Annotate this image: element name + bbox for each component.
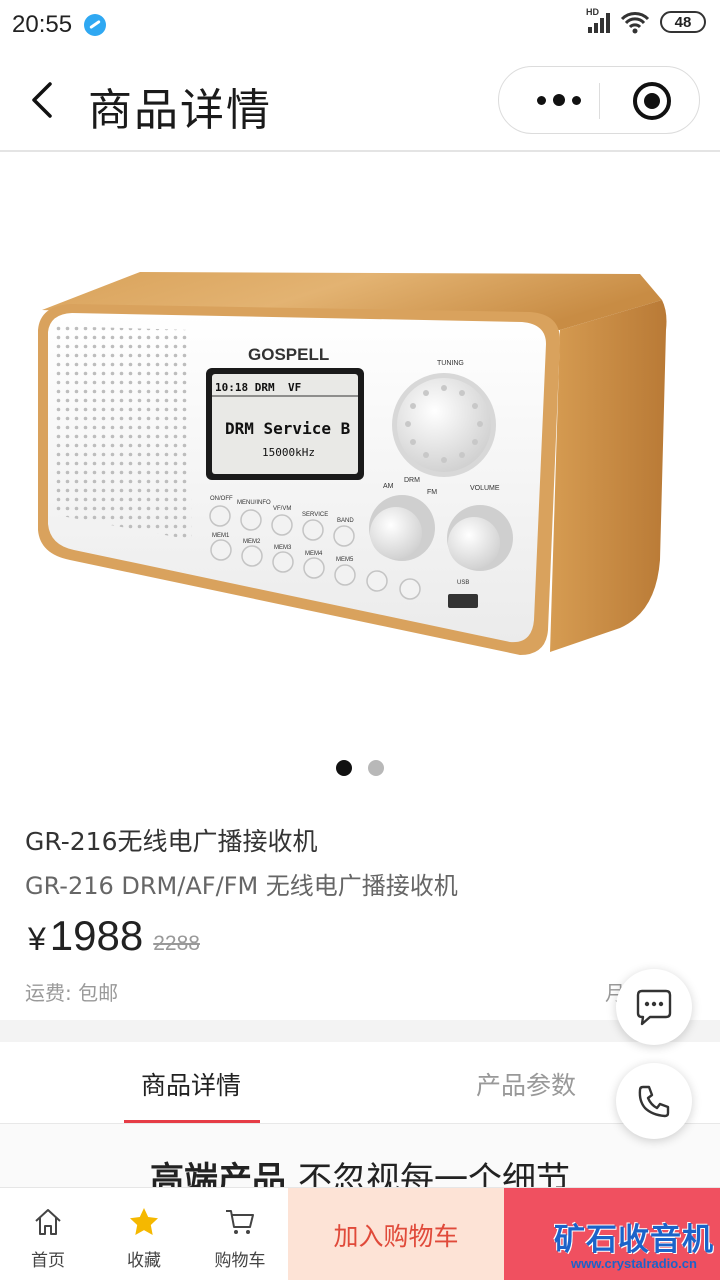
section-divider bbox=[0, 1020, 720, 1042]
tab-product-params[interactable]: 产品参数 bbox=[476, 1066, 576, 1102]
shipping-info: 运费: 包邮 bbox=[25, 981, 119, 1005]
drm-label: DRM bbox=[404, 477, 420, 484]
carousel-dot-1[interactable] bbox=[336, 760, 352, 776]
product-name: GR-216无线电广播接收机 bbox=[25, 827, 318, 856]
chat-icon bbox=[636, 989, 672, 1026]
display-frequency-text: 15000kHz bbox=[262, 446, 315, 459]
button-label-band: BAND bbox=[337, 518, 354, 524]
battery-indicator: 48 bbox=[660, 11, 706, 33]
phone-icon bbox=[638, 1085, 670, 1118]
button-label-mem3: MEM3 bbox=[274, 545, 292, 551]
detail-tabs: 商品详情 产品参数 bbox=[0, 1042, 720, 1124]
carousel-dot-2[interactable] bbox=[368, 760, 384, 776]
price-row: ¥ 1988 2288 bbox=[28, 912, 200, 960]
content-heading-bold: 高端产品 bbox=[150, 1160, 286, 1190]
display-main-text: DRM Service B bbox=[225, 419, 351, 438]
home-label: 首页 bbox=[31, 1251, 65, 1271]
page-title: 商品详情 bbox=[88, 85, 272, 136]
product-image: GOSPELL 10:18 DRM VF DRM Service B 15000… bbox=[38, 272, 667, 655]
add-to-cart-button[interactable]: 加入购物车 bbox=[288, 1188, 504, 1280]
fm-label: FM bbox=[427, 489, 437, 496]
volume-label: VOLUME bbox=[470, 485, 500, 492]
content-heading-rest: 不忽视每一个细节 bbox=[298, 1160, 570, 1190]
original-price: 2288 bbox=[153, 932, 200, 955]
button-label-mem1: MEM1 bbox=[212, 533, 230, 539]
device-brand-label: GOSPELL bbox=[248, 345, 329, 364]
display-status-text: 10:18 DRM bbox=[215, 381, 275, 394]
button-label-mem4: MEM4 bbox=[305, 551, 323, 557]
status-bar: 20:55 HD 48 bbox=[0, 0, 720, 50]
phone-button[interactable] bbox=[616, 1063, 692, 1139]
status-indicators: HD 48 bbox=[586, 7, 706, 34]
detail-content-heading: 高端产品 不忽视每一个细节 bbox=[0, 1124, 720, 1190]
product-price: 1988 bbox=[49, 912, 144, 959]
home-tab[interactable]: 首页 bbox=[0, 1188, 96, 1280]
close-target-icon[interactable] bbox=[633, 82, 671, 120]
button-label-onoff: ON/OFF bbox=[210, 496, 233, 502]
watermark-url: www.crystalradio.cn bbox=[571, 1256, 697, 1271]
content-heading-text: 高端产品 不忽视每一个细节 bbox=[0, 1152, 720, 1190]
chat-button[interactable] bbox=[616, 969, 692, 1045]
carousel-indicator bbox=[0, 760, 720, 776]
cart-tab[interactable]: 购物车 bbox=[192, 1188, 288, 1280]
nav-bar: 商品详情 bbox=[0, 50, 720, 152]
tuning-label: TUNING bbox=[437, 360, 464, 367]
usb-label: USB bbox=[457, 580, 469, 586]
button-label-menu: MENU/INFO bbox=[237, 500, 271, 506]
active-tab-indicator bbox=[124, 1120, 260, 1123]
favorite-label: 收藏 bbox=[127, 1251, 161, 1271]
wifi-icon bbox=[620, 12, 650, 34]
currency-symbol: ¥ bbox=[28, 921, 46, 957]
back-icon[interactable] bbox=[28, 80, 58, 120]
display-vf-text: VF bbox=[288, 381, 301, 394]
button-label-mem2: MEM2 bbox=[243, 539, 261, 545]
status-time: 20:55 bbox=[12, 11, 73, 38]
button-label-vfvm: VF/VM bbox=[273, 506, 291, 512]
cell-signal-icon: HD bbox=[586, 7, 610, 33]
star-icon bbox=[130, 1208, 158, 1235]
home-icon bbox=[35, 1209, 61, 1235]
watermark-title: 矿石收音机 bbox=[554, 1222, 714, 1258]
am-label: AM bbox=[383, 483, 394, 490]
button-label-service: SERVICE bbox=[302, 512, 328, 518]
watermark: 矿石收音机 www.crystalradio.cn bbox=[548, 1214, 720, 1280]
tab-product-detail[interactable]: 商品详情 bbox=[141, 1066, 241, 1102]
cart-label: 购物车 bbox=[214, 1251, 266, 1271]
product-subtitle: GR-216 DRM/AF/FM 无线电广播接收机 bbox=[25, 872, 458, 900]
mini-program-capsule bbox=[498, 66, 700, 134]
more-icon[interactable] bbox=[521, 67, 597, 133]
cart-icon bbox=[226, 1210, 254, 1234]
network-type-label: HD bbox=[586, 7, 599, 17]
capsule-divider bbox=[599, 83, 600, 119]
product-image-carousel[interactable]: GOSPELL 10:18 DRM VF DRM Service B 15000… bbox=[0, 153, 720, 810]
app-notification-icon bbox=[84, 14, 107, 36]
button-label-mem5: MEM5 bbox=[336, 557, 354, 563]
favorite-tab[interactable]: 收藏 bbox=[96, 1188, 192, 1280]
